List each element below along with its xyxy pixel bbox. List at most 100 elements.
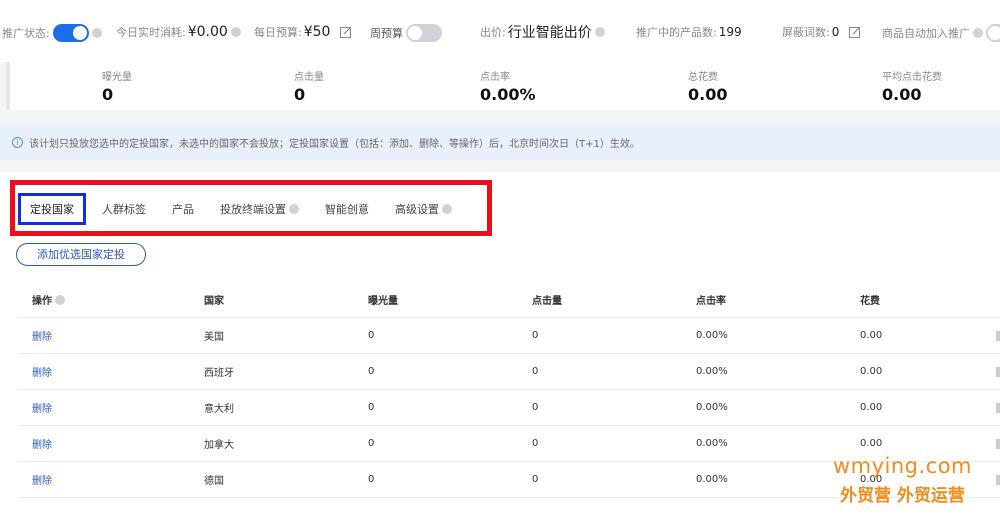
impressions-cell: 0 (368, 438, 375, 449)
column-header-cost[interactable]: 花费 (860, 282, 880, 317)
stat-label: 曝光量 (102, 72, 132, 83)
ctr-cell: 0.00% (696, 366, 728, 377)
stat-total-cost: 总花费 0.00 (688, 68, 727, 104)
tab-smart-creative[interactable]: 智能创意 (325, 201, 369, 217)
settings-tabs: 定投国家 人群标签 产品 投放终端设置 智能创意 高级设置 (18, 193, 478, 225)
help-icon[interactable] (91, 28, 102, 38)
clicks-cell: 0 (532, 474, 539, 485)
bid-strategy: 出价: 行业智能出价 (480, 22, 605, 42)
daily-budget: 每日预算: ¥50 (254, 24, 352, 40)
table-row: 删除 西班牙 0 0 0.00% 0.00 (18, 354, 1000, 390)
blocked-words: 屏蔽词数: 0 (782, 24, 861, 40)
realtime-spend-value: ¥0.00 (187, 24, 228, 40)
country-cell: 意大利 (204, 404, 234, 415)
add-preferred-country-button[interactable]: 添加优选国家定投 (16, 243, 146, 266)
tab-label: 人群标签 (102, 203, 146, 216)
column-header-action: 操作 (32, 282, 65, 317)
promotion-status-label: 推广状态: (2, 27, 50, 40)
delete-link[interactable]: 删除 (32, 354, 52, 389)
active-products-value: 199 (718, 25, 742, 39)
delete-link[interactable]: 删除 (32, 318, 52, 353)
delete-link[interactable]: 删除 (32, 462, 52, 497)
stat-ctr: 点击率 0.00% (480, 68, 536, 104)
ctr-cell: 0.00% (696, 438, 728, 449)
cost-cell: 0.00 (860, 366, 883, 377)
active-products-label: 推广中的产品数: (636, 26, 717, 39)
table-header-row: 操作 国家 曝光量 点击量 点击率 花费 (18, 282, 1000, 318)
blocked-words-label: 屏蔽词数: (782, 26, 830, 39)
clicks-cell: 0 (532, 402, 539, 413)
weekly-budget-toggle[interactable] (406, 24, 442, 42)
stat-label: 平均点击花费 (882, 72, 942, 83)
bid-strategy-label: 出价: (480, 26, 506, 39)
help-icon[interactable] (594, 27, 605, 37)
tab-label: 高级设置 (395, 203, 439, 216)
country-cell: 德国 (204, 476, 224, 487)
row-marker (996, 426, 1000, 461)
tab-label: 定投国家 (30, 203, 74, 216)
help-icon (289, 204, 299, 214)
info-icon: i (12, 136, 23, 148)
stat-value: 0 (102, 85, 114, 104)
tab-label: 投放终端设置 (220, 203, 286, 216)
help-icon[interactable] (230, 27, 241, 37)
table-row: 删除 美国 0 0 0.00% 0.00 (18, 318, 1000, 354)
blocked-words-value: 0 (831, 25, 840, 39)
ctr-cell: 0.00% (696, 474, 728, 485)
stat-label: 总花费 (688, 72, 718, 83)
column-header-country: 国家 (204, 296, 224, 307)
row-marker (996, 318, 1000, 353)
delete-link[interactable]: 删除 (32, 390, 52, 425)
watermark-slogan: 外贸营 外贸运营 (840, 486, 965, 506)
row-marker (996, 462, 1000, 497)
stat-value: 0.00 (688, 85, 728, 104)
active-products: 推广中的产品数: 199 (636, 24, 742, 40)
header-label: 操作 (32, 296, 52, 307)
daily-budget-label: 每日预算: (254, 26, 302, 39)
weekly-budget-label: 周预算 (370, 27, 403, 40)
impressions-cell: 0 (368, 474, 375, 485)
tab-advanced-settings[interactable]: 高级设置 (395, 201, 452, 217)
promotion-status-toggle[interactable] (52, 24, 89, 42)
tab-target-countries[interactable]: 定投国家 (18, 193, 86, 225)
performance-stats: 曝光量 0 点击量 0 点击率 0.00% 总花费 0.00 平均点击花费 0.… (6, 62, 1000, 110)
column-header-clicks[interactable]: 点击量 (532, 282, 562, 317)
stat-value: 0 (294, 85, 306, 104)
country-cell: 美国 (204, 332, 224, 343)
stat-label: 点击量 (294, 72, 324, 83)
tab-products[interactable]: 产品 (172, 201, 194, 217)
weekly-budget: 周预算 (370, 24, 442, 42)
tab-label: 智能创意 (325, 203, 369, 216)
auto-add-products-toggle[interactable] (986, 24, 1000, 42)
ctr-cell: 0.00% (696, 330, 728, 341)
country-cell: 加拿大 (204, 440, 234, 451)
delete-link[interactable]: 删除 (32, 426, 52, 461)
impressions-cell: 0 (368, 402, 375, 413)
edit-budget-icon[interactable] (340, 26, 352, 38)
stat-avg-cpc: 平均点击花费 0.00 (882, 68, 942, 104)
cost-cell: 0.00 (860, 402, 883, 413)
row-marker (996, 354, 1000, 389)
clicks-cell: 0 (532, 330, 539, 341)
impressions-cell: 0 (368, 366, 375, 377)
realtime-spend-label: 今日实时消耗: (116, 26, 186, 39)
help-icon[interactable] (973, 28, 983, 38)
tab-device-settings[interactable]: 投放终端设置 (220, 201, 299, 217)
realtime-spend: 今日实时消耗: ¥0.00 (116, 24, 241, 40)
tab-audience-tags[interactable]: 人群标签 (102, 201, 146, 217)
row-marker (996, 390, 1000, 425)
column-header-impressions[interactable]: 曝光量 (368, 282, 398, 317)
auto-add-products-label: 商品自动加入推广 (882, 27, 970, 40)
country-cell: 西班牙 (204, 368, 234, 379)
cost-cell: 0.00 (860, 330, 883, 341)
help-icon[interactable] (55, 294, 65, 305)
daily-budget-value: ¥50 (303, 24, 331, 40)
stat-impressions: 曝光量 0 (102, 68, 132, 104)
campaign-summary-bar: 推广状态: 今日实时消耗: ¥0.00 每日预算: ¥50 周预算 出价: 行业… (0, 0, 1000, 62)
impressions-cell: 0 (368, 330, 375, 341)
watermark: wmying.com 外贸营 外贸运营 (833, 454, 972, 506)
stat-value: 0.00 (882, 85, 922, 104)
column-header-ctr[interactable]: 点击率 (696, 282, 726, 317)
edit-blocked-words-icon[interactable] (849, 26, 861, 38)
promotion-status: 推广状态: (2, 24, 102, 42)
